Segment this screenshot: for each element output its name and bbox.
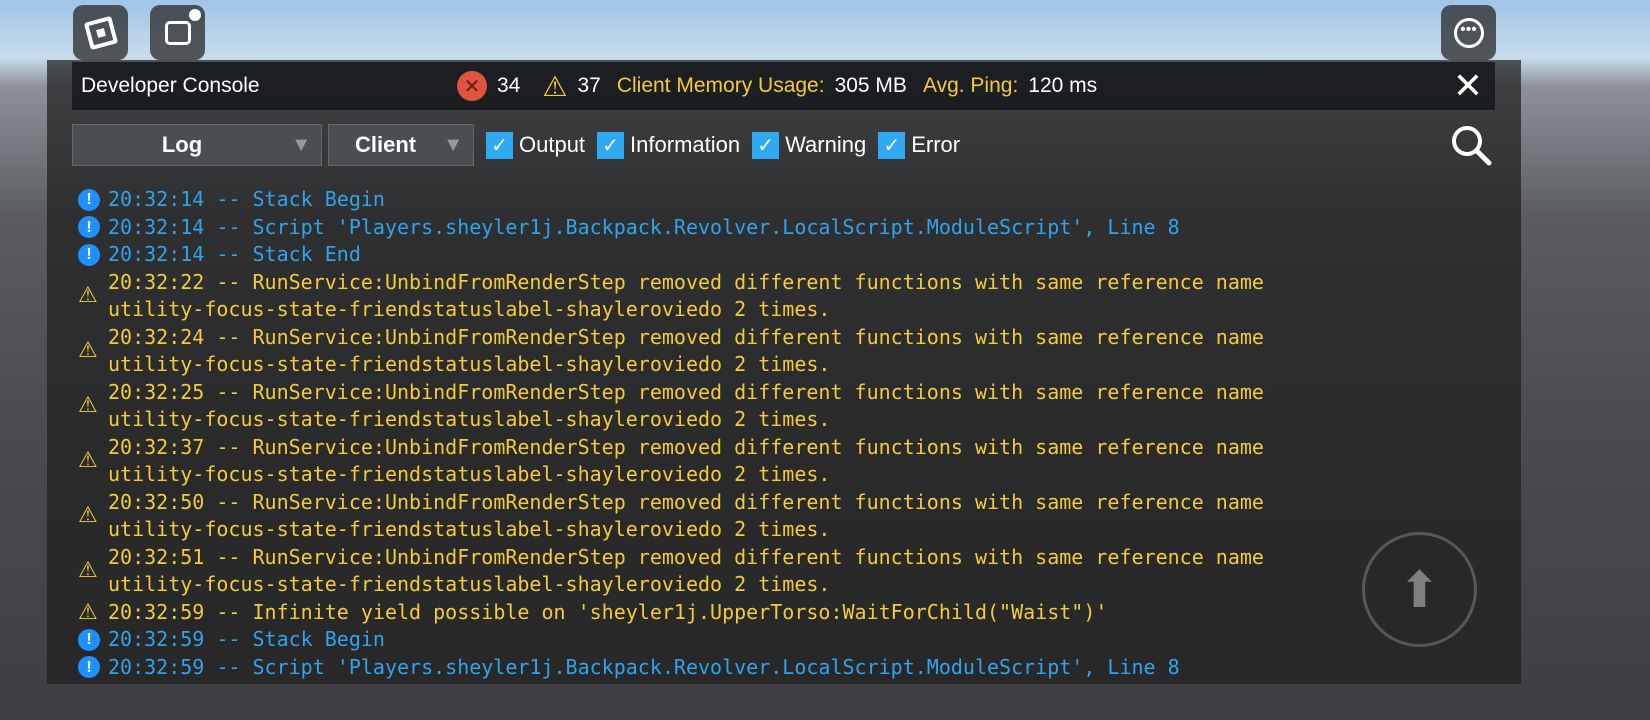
log-line: utility-focus-state-friendstatuslabel-sh… bbox=[108, 572, 831, 596]
warning-count: 37 bbox=[577, 74, 601, 97]
log-line: 20:32:59 -- Script 'Players.sheyler1j.Ba… bbox=[108, 654, 1180, 679]
more-options-button[interactable]: ••• bbox=[1441, 5, 1496, 60]
log-line: utility-focus-state-friendstatuslabel-sh… bbox=[108, 352, 831, 376]
log-line: 20:32:22 -- RunService:UnbindFromRenderS… bbox=[108, 269, 1264, 294]
log-entry: ! 20:32:14 -- Script 'Players.sheyler1j.B… bbox=[78, 214, 1264, 242]
log-entry: ⚠ 20:32:24 -- RunService:UnbindFromRender… bbox=[78, 324, 1264, 379]
ping-value: 120 ms bbox=[1028, 74, 1098, 97]
warning-icon: ⚠ bbox=[542, 70, 568, 102]
log-line: 20:32:59 -- Infinite yield possible on '… bbox=[108, 599, 1108, 624]
context-dropdown[interactable]: Client ▼ bbox=[328, 124, 474, 166]
warning-label: Warning bbox=[785, 132, 867, 157]
memory-label: Client Memory Usage: bbox=[616, 74, 825, 97]
log-entry: ⚠ 20:32:22 -- RunService:UnbindFromRender… bbox=[78, 269, 1264, 324]
error-count: 34 bbox=[497, 74, 521, 97]
log-entry: ⚠ 20:32:59 -- Infinite yield possible on … bbox=[78, 599, 1264, 627]
memory-value: 305 MB bbox=[834, 74, 907, 97]
log-entry: ! 20:32:14 -- Stack End bbox=[78, 241, 1264, 269]
search-icon[interactable] bbox=[1450, 124, 1492, 175]
info-icon: ! bbox=[78, 186, 108, 214]
info-icon: ! bbox=[78, 214, 108, 242]
info-icon: ! bbox=[78, 241, 108, 269]
log-line: 20:32:51 -- RunService:UnbindFromRenderS… bbox=[108, 544, 1264, 569]
log-entry: ! 20:32:14 -- Stack Begin bbox=[78, 186, 1264, 214]
log-line: utility-focus-state-friendstatuslabel-sh… bbox=[108, 517, 831, 541]
notification-dot bbox=[189, 9, 201, 21]
jump-button[interactable]: ⬆ bbox=[1362, 532, 1477, 647]
log-output: ! 20:32:14 -- Stack Begin! 20:32:14 -- Scr… bbox=[78, 186, 1264, 681]
info-icon: ! bbox=[78, 626, 108, 654]
log-entry: ⚠ 20:32:51 -- RunService:UnbindFromRender… bbox=[78, 544, 1264, 599]
arrow-up-icon: ⬆ bbox=[1398, 561, 1441, 618]
error-checkbox[interactable]: ✓ bbox=[878, 131, 906, 159]
log-line: 20:32:14 -- Script 'Players.sheyler1j.Ba… bbox=[108, 214, 1180, 239]
information-label: Information bbox=[630, 132, 741, 157]
log-entry: ⚠ 20:32:50 -- RunService:UnbindFromRender… bbox=[78, 489, 1264, 544]
log-line: utility-focus-state-friendstatuslabel-sh… bbox=[108, 462, 831, 486]
warning-icon: ⚠ bbox=[78, 448, 98, 474]
log-line: utility-focus-state-friendstatuslabel-sh… bbox=[108, 297, 831, 321]
log-entry: ⚠ 20:32:37 -- RunService:UnbindFromRender… bbox=[78, 434, 1264, 489]
warning-icon: ⚠ bbox=[78, 503, 98, 529]
warning-icon: ⚠ bbox=[78, 599, 98, 625]
view-dropdown-value: Log bbox=[161, 132, 203, 157]
console-toolbar: Log ▼ Client ▼ ✓ Output ✓ Information ✓ Warni… bbox=[72, 124, 960, 166]
chat-icon bbox=[164, 20, 191, 45]
chat-button[interactable] bbox=[150, 5, 205, 60]
warning-icon: ⚠ bbox=[78, 338, 98, 364]
roblox-logo-icon bbox=[83, 15, 118, 50]
log-line: utility-focus-state-friendstatuslabel-sh… bbox=[108, 407, 831, 431]
log-line: 20:32:14 -- Stack Begin bbox=[108, 187, 385, 211]
log-entry: ! 20:32:59 -- Script 'Players.sheyler1j.B… bbox=[78, 654, 1264, 682]
output-label: Output bbox=[519, 132, 586, 157]
console-header: Developer Console ✕ 34 ⚠ 37 Client Memor… bbox=[72, 62, 1495, 110]
console-title: Developer Console bbox=[81, 74, 260, 97]
warning-icon: ⚠ bbox=[78, 558, 98, 584]
error-icon: ✕ bbox=[457, 71, 487, 101]
warning-icon: ⚠ bbox=[78, 283, 98, 309]
output-checkbox[interactable]: ✓ bbox=[486, 131, 513, 159]
information-checkbox[interactable]: ✓ bbox=[597, 131, 625, 159]
chevron-down-icon: ▼ bbox=[291, 133, 311, 156]
error-label: Error bbox=[911, 132, 961, 157]
log-line: 20:32:24 -- RunService:UnbindFromRenderS… bbox=[108, 324, 1264, 349]
log-line: 20:32:37 -- RunService:UnbindFromRenderS… bbox=[108, 434, 1264, 459]
roblox-menu-button[interactable] bbox=[73, 5, 128, 60]
log-line: 20:32:59 -- Stack Begin bbox=[108, 627, 385, 651]
ping-label: Avg. Ping: bbox=[922, 74, 1019, 97]
info-icon: ! bbox=[78, 654, 108, 682]
log-line: 20:32:50 -- RunService:UnbindFromRenderS… bbox=[108, 489, 1264, 514]
log-entry: ! 20:32:59 -- Stack Begin bbox=[78, 626, 1264, 654]
log-entry: ⚠ 20:32:25 -- RunService:UnbindFromRender… bbox=[78, 379, 1264, 434]
more-icon: ••• bbox=[1453, 17, 1484, 48]
close-icon[interactable]: ✕ bbox=[1453, 65, 1483, 107]
log-line: 20:32:25 -- RunService:UnbindFromRenderS… bbox=[108, 379, 1264, 404]
warning-icon: ⚠ bbox=[78, 393, 98, 419]
context-dropdown-value: Client bbox=[355, 132, 417, 157]
warning-checkbox[interactable]: ✓ bbox=[752, 131, 780, 159]
view-dropdown[interactable]: Log ▼ bbox=[72, 124, 322, 166]
log-line: 20:32:14 -- Stack End bbox=[108, 242, 361, 266]
chevron-down-icon: ▼ bbox=[443, 133, 463, 156]
